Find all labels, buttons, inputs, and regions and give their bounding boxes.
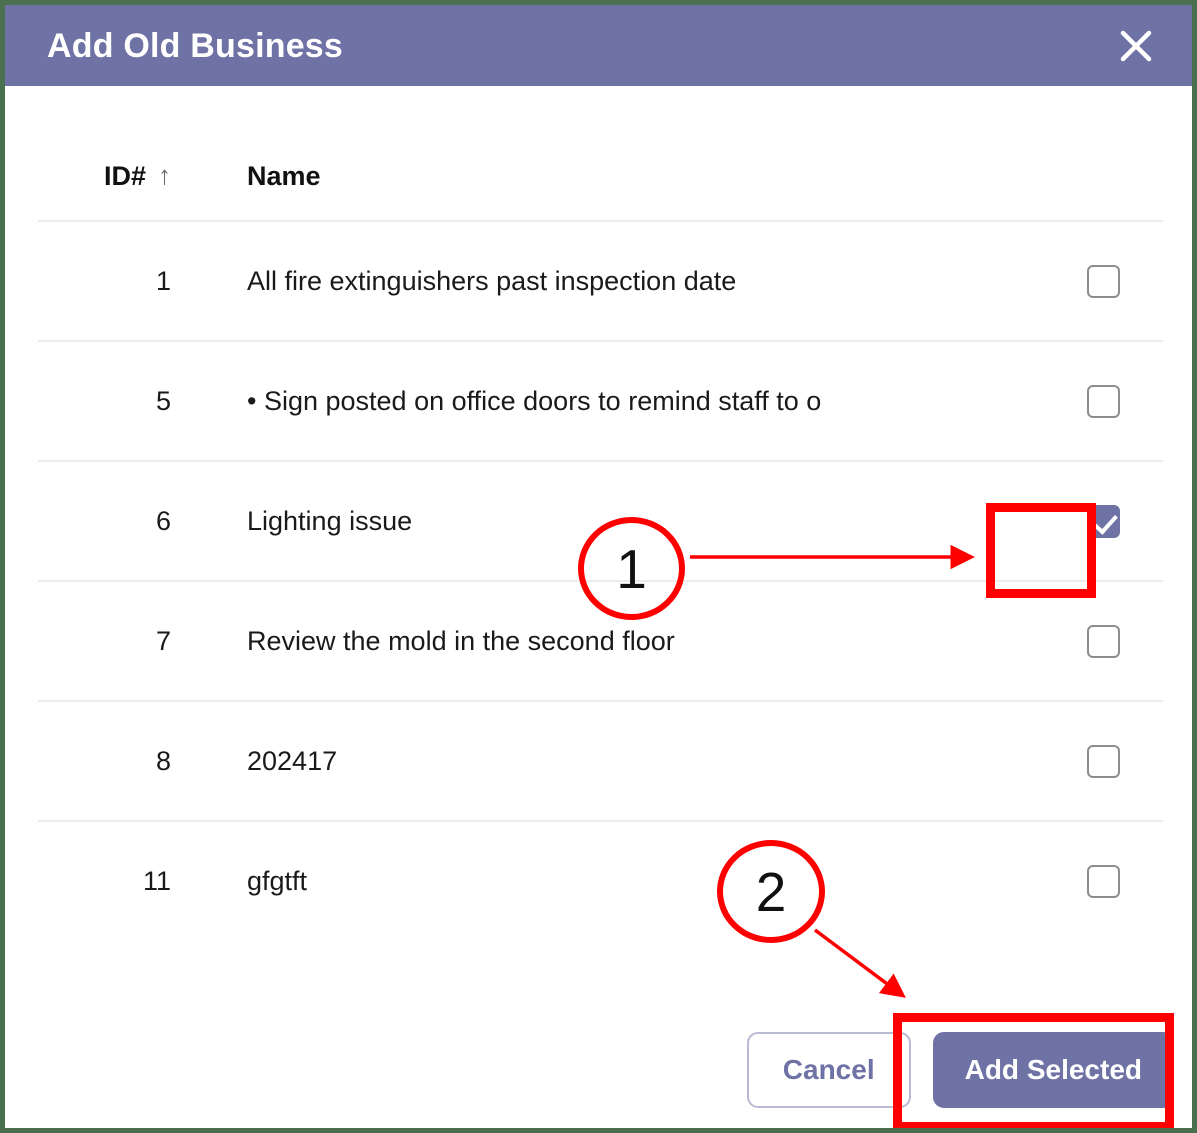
dialog-footer: Cancel Add Selected bbox=[746, 1032, 1174, 1108]
page-title: Add Old Business bbox=[47, 26, 344, 65]
dialog-body: ID# ↑ Name 1 All fire extinguishers past … bbox=[5, 86, 1192, 1128]
row-name: Review the mold in the second floor bbox=[247, 625, 675, 656]
sort-ascending-icon: ↑ bbox=[158, 160, 171, 190]
column-header-id[interactable]: ID# ↑ bbox=[38, 160, 171, 192]
row-checkbox[interactable] bbox=[1086, 624, 1120, 658]
row-checkbox[interactable] bbox=[1086, 384, 1120, 418]
row-select-cell bbox=[1043, 744, 1163, 778]
row-name: gfgtft bbox=[247, 865, 308, 896]
row-select-cell bbox=[1043, 504, 1163, 538]
table-row[interactable]: 5 • Sign posted on office doors to remin… bbox=[38, 340, 1163, 460]
table-row[interactable]: 6 Lighting issue bbox=[38, 460, 1163, 580]
column-header-name-label: Name bbox=[247, 160, 321, 191]
screenshot-root: Add Old Business ID# ↑ Name 1 All fire e… bbox=[0, 0, 1197, 1133]
table-row[interactable]: 7 Review the mold in the second floor bbox=[38, 580, 1163, 700]
row-name: All fire extinguishers past inspection d… bbox=[247, 265, 737, 296]
table-row[interactable]: 8 202417 bbox=[38, 700, 1163, 820]
row-name: Lighting issue bbox=[247, 505, 413, 536]
row-checkbox[interactable] bbox=[1086, 744, 1120, 778]
column-header-id-label: ID# bbox=[103, 161, 146, 191]
close-icon[interactable] bbox=[1108, 18, 1164, 74]
column-header-name[interactable]: Name bbox=[171, 161, 1043, 192]
table-row[interactable]: 1 All fire extinguishers past inspection… bbox=[38, 220, 1163, 340]
row-id: 11 bbox=[142, 865, 171, 896]
row-select-cell bbox=[1043, 384, 1163, 418]
add-old-business-dialog: Add Old Business ID# ↑ Name 1 All fire e… bbox=[5, 5, 1192, 1128]
row-checkbox[interactable] bbox=[1086, 864, 1120, 898]
cancel-button[interactable]: Cancel bbox=[746, 1032, 911, 1108]
row-id: 5 bbox=[155, 385, 171, 416]
add-selected-button[interactable]: Add Selected bbox=[932, 1032, 1174, 1108]
old-business-table: ID# ↑ Name 1 All fire extinguishers past … bbox=[38, 142, 1163, 940]
close-icon-glyph bbox=[1120, 30, 1152, 61]
table-header-row: ID# ↑ Name bbox=[38, 142, 1163, 220]
row-select-cell bbox=[1043, 864, 1163, 898]
row-id: 6 bbox=[155, 505, 171, 536]
row-name: • Sign posted on office doors to remind … bbox=[247, 385, 822, 416]
table-row[interactable]: 11 gfgtft bbox=[38, 820, 1163, 940]
row-select-cell bbox=[1043, 264, 1163, 298]
row-select-cell bbox=[1043, 624, 1163, 658]
row-checkbox[interactable] bbox=[1086, 264, 1120, 298]
row-checkbox-checked[interactable] bbox=[1086, 504, 1120, 538]
dialog-header: Add Old Business bbox=[5, 5, 1192, 86]
row-id: 1 bbox=[155, 265, 171, 296]
row-id: 7 bbox=[155, 625, 171, 656]
row-name: 202417 bbox=[247, 745, 338, 776]
row-id: 8 bbox=[155, 745, 171, 776]
